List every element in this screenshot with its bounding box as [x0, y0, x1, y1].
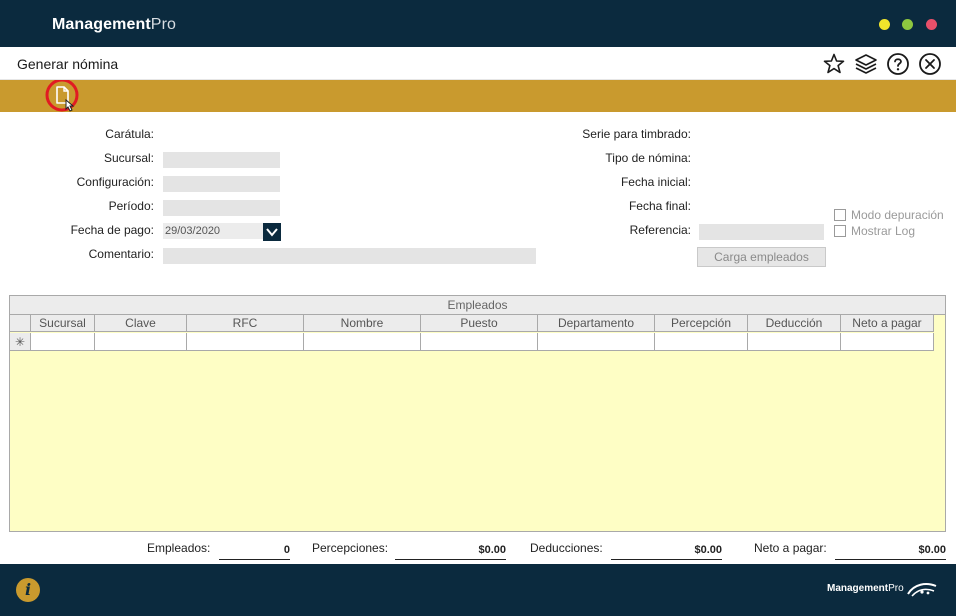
chevron-down-icon[interactable]: [263, 223, 281, 241]
summary-empleados-value: 0: [219, 543, 290, 560]
new-document-icon[interactable]: [45, 80, 81, 116]
modo-depuracion-checkbox[interactable]: [834, 209, 846, 221]
configuracion-field[interactable]: [163, 176, 280, 192]
fecha-inicial-label: Fecha inicial:: [620, 175, 691, 189]
column-header-neto[interactable]: Neto a pagar: [841, 315, 934, 332]
minimize-button[interactable]: [879, 19, 890, 30]
carga-empleados-button[interactable]: Carga empleados: [697, 247, 826, 267]
summary-percepciones-value: $0.00: [395, 543, 506, 560]
periodo-label: Período:: [108, 199, 154, 213]
fecha-pago-value: 29/03/2020: [165, 225, 221, 237]
modo-depuracion-label: Modo depuración: [851, 208, 944, 222]
summary-empleados-label: Empleados:: [147, 541, 211, 555]
configuracion-label: Configuración:: [76, 175, 154, 189]
summary-deducciones-value: $0.00: [611, 543, 722, 560]
grid-title: Empleados: [10, 296, 945, 315]
grid-cell[interactable]: [304, 333, 421, 351]
grid-cell[interactable]: [841, 333, 934, 351]
caratula-label: Carátula:: [105, 127, 154, 141]
referencia-label: Referencia:: [629, 223, 691, 237]
caratula-field[interactable]: [163, 128, 280, 144]
grid-cell[interactable]: [538, 333, 655, 351]
fecha-pago-field[interactable]: 29/03/2020: [163, 223, 263, 239]
grid-cell[interactable]: [95, 333, 187, 351]
close-window-button[interactable]: [926, 19, 937, 30]
close-icon[interactable]: [918, 52, 942, 76]
page-header: [0, 47, 956, 80]
comentario-label: Comentario:: [88, 247, 154, 261]
column-header-nombre[interactable]: Nombre: [304, 315, 421, 332]
summary-neto-value: $0.00: [835, 543, 946, 560]
mostrar-log-label: Mostrar Log: [851, 224, 916, 238]
column-header-departamento[interactable]: Departamento: [538, 315, 655, 332]
column-header-percepcion[interactable]: Percepción: [655, 315, 748, 332]
sucursal-field[interactable]: [163, 152, 280, 168]
summary-percepciones-label: Percepciones:: [312, 541, 389, 555]
hamburger-menu-icon[interactable]: [0, 0, 16, 13]
referencia-field[interactable]: [699, 224, 824, 240]
column-header-rfc[interactable]: RFC: [187, 315, 304, 332]
column-header-sucursal[interactable]: Sucursal: [31, 315, 95, 332]
maximize-button[interactable]: [902, 19, 913, 30]
column-header-deduccion[interactable]: Deducción: [748, 315, 841, 332]
row-header-corner: [10, 315, 31, 332]
star-icon[interactable]: [822, 52, 846, 76]
tipo-label: Tipo de nómina:: [605, 151, 691, 165]
mostrar-log-checkbox[interactable]: [834, 225, 846, 237]
app-name: ManagementPro: [52, 16, 176, 33]
page-title: Generar nómina: [17, 56, 119, 72]
serie-label: Serie para timbrado:: [582, 127, 691, 141]
fecha-final-label: Fecha final:: [628, 199, 691, 213]
column-header-clave[interactable]: Clave: [95, 315, 187, 332]
summary-deducciones-label: Deducciones:: [530, 541, 603, 555]
grid-cell[interactable]: [748, 333, 841, 351]
footer-logo: ManagementPro: [827, 583, 904, 594]
column-header-puesto[interactable]: Puesto: [421, 315, 538, 332]
grid-cell[interactable]: [187, 333, 304, 351]
grid-cell[interactable]: [421, 333, 538, 351]
layers-icon[interactable]: [854, 52, 878, 76]
fecha-pago-label: Fecha de pago:: [70, 223, 154, 237]
toolbar: [0, 80, 956, 112]
brand-swoosh-icon: [907, 583, 937, 597]
sucursal-label: Sucursal:: [103, 151, 154, 165]
help-icon[interactable]: [886, 52, 910, 76]
new-row-marker: ✳: [10, 333, 31, 351]
info-icon[interactable]: i: [16, 578, 40, 602]
footer-bar: [0, 564, 956, 616]
summary-neto-label: Neto a pagar:: [754, 541, 827, 555]
grid-cell[interactable]: [31, 333, 95, 351]
periodo-field[interactable]: [163, 200, 280, 216]
grid-cell[interactable]: [655, 333, 748, 351]
comentario-field[interactable]: [163, 248, 536, 264]
